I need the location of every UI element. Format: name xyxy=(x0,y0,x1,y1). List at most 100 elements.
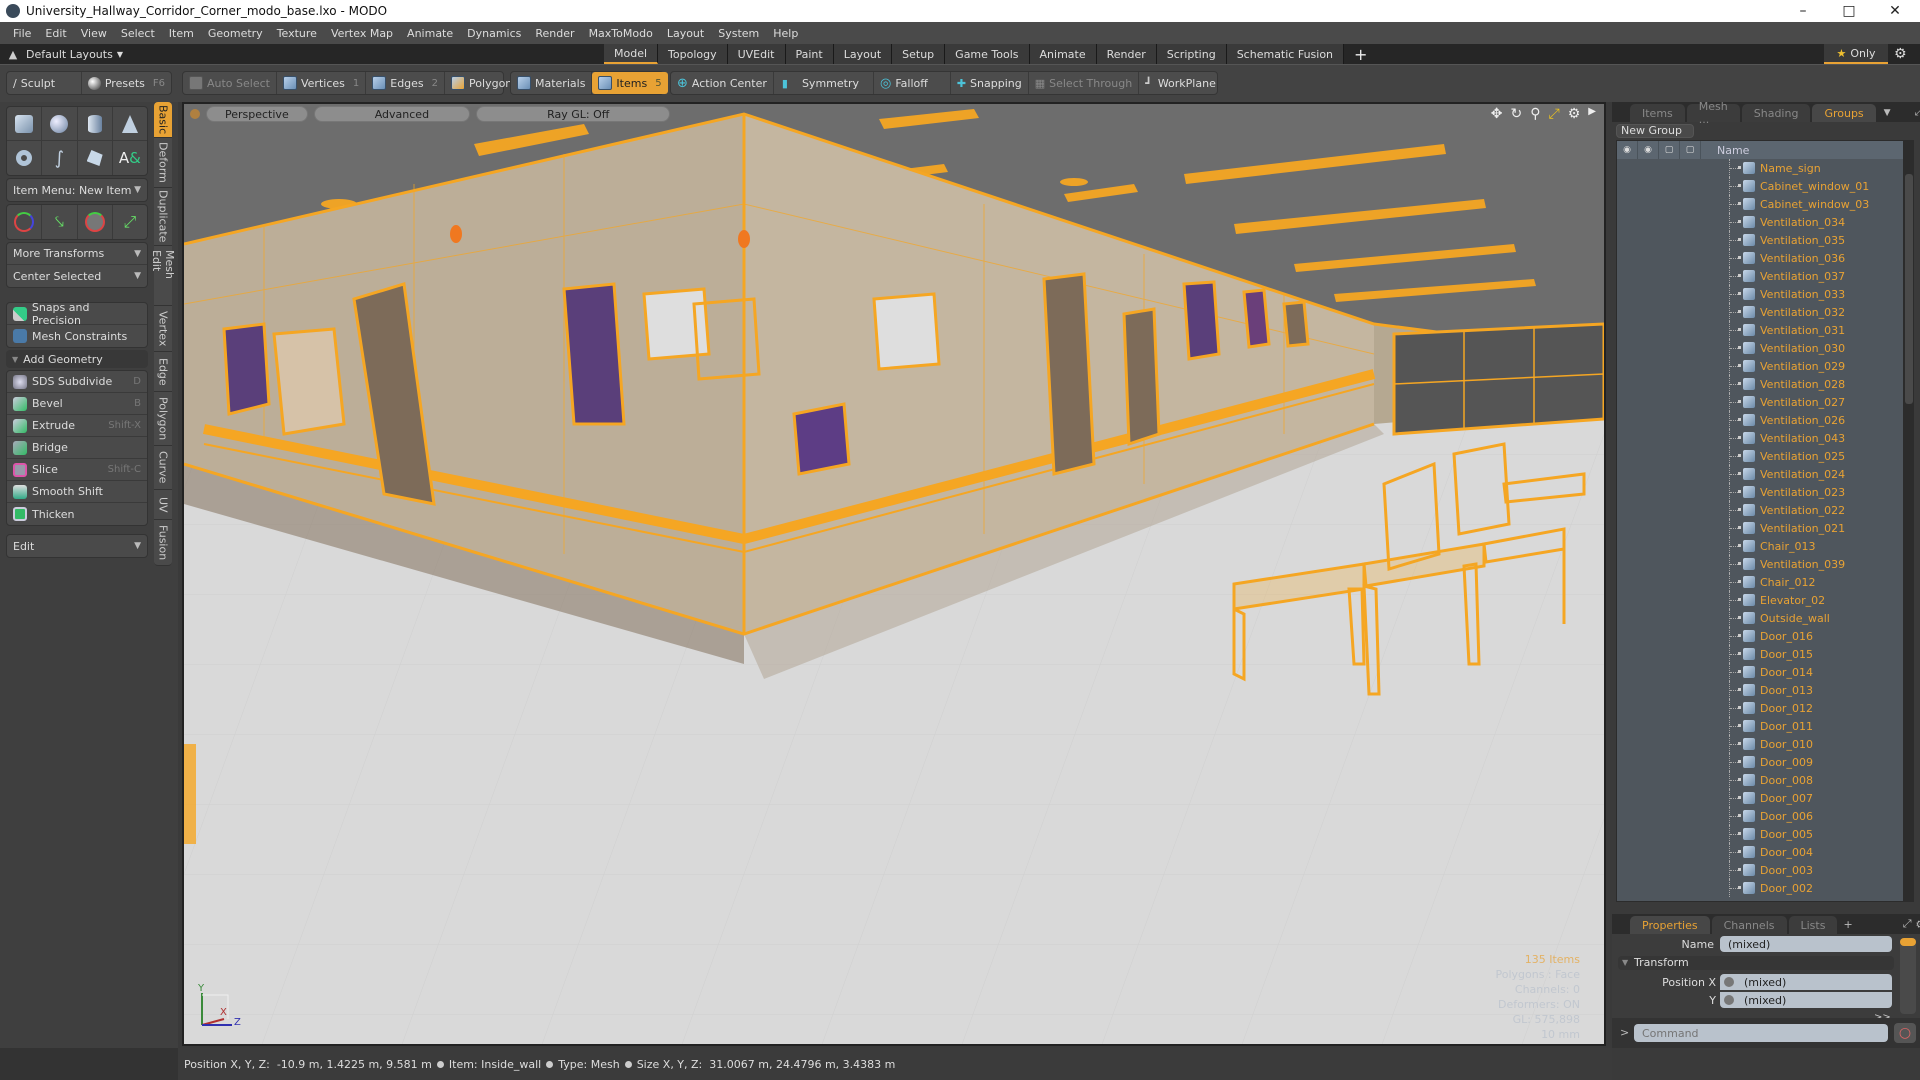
rotate-tool-button[interactable] xyxy=(78,205,113,239)
mesh-constraints-button[interactable]: Mesh Constraints xyxy=(7,325,147,347)
add-geometry-header[interactable]: ▼ Add Geometry xyxy=(6,350,148,368)
edit-dropdown[interactable]: Edit ▼ xyxy=(7,535,147,557)
menu-animate[interactable]: Animate xyxy=(400,27,460,40)
vtab-mesh-edit[interactable]: Mesh Edit xyxy=(150,246,176,306)
group-list-item[interactable]: Ventilation_024 xyxy=(1617,465,1903,483)
tab-model[interactable]: Model xyxy=(604,44,659,64)
menu-geometry[interactable]: Geometry xyxy=(201,27,270,40)
menu-edit[interactable]: Edit xyxy=(38,27,73,40)
group-list-item[interactable]: Door_013 xyxy=(1617,681,1903,699)
menu-select[interactable]: Select xyxy=(114,27,162,40)
props-scroll-thumb[interactable] xyxy=(1900,938,1916,946)
transform-section[interactable]: ▼ Transform xyxy=(1618,956,1894,970)
group-list-item[interactable]: Door_015 xyxy=(1617,645,1903,663)
menu-system[interactable]: System xyxy=(711,27,766,40)
menu-render[interactable]: Render xyxy=(528,27,581,40)
group-list-item[interactable]: Ventilation_035 xyxy=(1617,231,1903,249)
name-column-header[interactable]: Name xyxy=(1717,144,1749,157)
materials-button[interactable]: Materials xyxy=(511,72,593,94)
menu-layout[interactable]: Layout xyxy=(660,27,711,40)
group-list-item[interactable]: Ventilation_027 xyxy=(1617,393,1903,411)
group-list-item[interactable]: Cabinet_window_03 xyxy=(1617,195,1903,213)
view-type-button[interactable]: Perspective xyxy=(206,106,308,122)
group-list-item[interactable]: Chair_012 xyxy=(1617,573,1903,591)
group-list-item[interactable]: Door_008 xyxy=(1617,771,1903,789)
group-list-item[interactable]: Door_016 xyxy=(1617,627,1903,645)
menu-item[interactable]: Item xyxy=(162,27,201,40)
group-list-item[interactable]: Door_002 xyxy=(1617,879,1903,897)
scale-tool-button[interactable]: ⤢ xyxy=(113,205,147,239)
group-list-item[interactable]: Outside_wall xyxy=(1617,609,1903,627)
group-list-item[interactable]: Door_005 xyxy=(1617,825,1903,843)
orbit-icon[interactable]: ↻ xyxy=(1511,106,1523,122)
extrude-button[interactable]: Extrude Shift-X xyxy=(7,415,147,437)
menu-view[interactable]: View xyxy=(74,27,114,40)
cone-primitive-button[interactable] xyxy=(113,107,147,140)
menu-maxtomodo[interactable]: MaxToModo xyxy=(582,27,660,40)
scrollbar-thumb[interactable] xyxy=(1905,174,1913,404)
group-list-item[interactable]: Ventilation_033 xyxy=(1617,285,1903,303)
keyframe-x-icon[interactable] xyxy=(1724,977,1734,987)
symmetry-button[interactable]: ▮ Symmetry xyxy=(774,72,874,94)
group-list-item[interactable]: Ventilation_031 xyxy=(1617,321,1903,339)
visibility-eye-icon[interactable]: ◉ xyxy=(1617,141,1638,159)
torus-primitive-button[interactable] xyxy=(7,141,43,175)
record-macro-icon[interactable]: ○ xyxy=(1894,1023,1916,1043)
group-list-item[interactable]: Ventilation_023 xyxy=(1617,483,1903,501)
new-group-button[interactable]: New Group xyxy=(1616,124,1694,138)
snapping-button[interactable]: ✚ Snapping xyxy=(951,72,1029,94)
group-list-item[interactable]: Door_012 xyxy=(1617,699,1903,717)
expand-props-icon[interactable]: ⤢ xyxy=(1903,917,1912,931)
position-y-field[interactable]: (mixed) xyxy=(1720,992,1892,1008)
tab-lists[interactable]: Lists xyxy=(1788,916,1838,934)
move-tool-button[interactable] xyxy=(7,205,43,239)
group-list-item[interactable]: Cabinet_window_01 xyxy=(1617,177,1903,195)
layout-up-icon[interactable]: ▲ xyxy=(0,48,26,61)
thicken-button[interactable]: Thicken xyxy=(7,503,147,525)
tab-game-tools[interactable]: Game Tools xyxy=(945,44,1030,64)
tab-mesh[interactable]: Mesh ... xyxy=(1686,100,1740,126)
sphere-primitive-button[interactable] xyxy=(42,107,78,140)
action-center-button[interactable]: ⊕ Action Center xyxy=(671,72,774,94)
group-list-item[interactable]: Door_014 xyxy=(1617,663,1903,681)
group-list-item[interactable]: Door_011 xyxy=(1617,717,1903,735)
group-list-item[interactable]: Door_003 xyxy=(1617,861,1903,879)
slice-button[interactable]: Slice Shift-C xyxy=(7,459,147,481)
tab-render[interactable]: Render xyxy=(1096,44,1157,64)
tab-scripting[interactable]: Scripting xyxy=(1156,44,1227,64)
add-tab-button[interactable]: + xyxy=(1344,44,1377,64)
ray-gl-button[interactable]: Ray GL: Off xyxy=(476,106,671,122)
group-list-item[interactable]: Door_006 xyxy=(1617,807,1903,825)
command-input[interactable] xyxy=(1634,1024,1888,1042)
sculpt-button[interactable]: ∕ Sculpt xyxy=(7,72,82,94)
menu-dynamics[interactable]: Dynamics xyxy=(460,27,528,40)
tab-paint[interactable]: Paint xyxy=(785,44,834,64)
group-list-item[interactable]: Ventilation_030 xyxy=(1617,339,1903,357)
group-list-item[interactable]: Name_sign xyxy=(1617,159,1903,177)
tab-items[interactable]: Items xyxy=(1630,104,1685,122)
more-transforms-dropdown[interactable]: More Transforms ▼ xyxy=(7,243,147,265)
group-list-item[interactable]: Door_007 xyxy=(1617,789,1903,807)
tab-shading[interactable]: Shading xyxy=(1741,104,1811,122)
default-layouts-dropdown[interactable]: Default Layouts xyxy=(26,48,113,61)
tab-schematic-fusion[interactable]: Schematic Fusion xyxy=(1226,44,1345,64)
group-list-item[interactable]: Chair_013 xyxy=(1617,537,1903,555)
edges-button[interactable]: Edges 2 xyxy=(366,72,446,94)
advanced-button[interactable]: Advanced xyxy=(313,106,471,122)
group-list-item[interactable]: Ventilation_028 xyxy=(1617,375,1903,393)
vertices-button[interactable]: Vertices 1 xyxy=(277,72,367,94)
pen-primitive-button[interactable] xyxy=(78,141,113,175)
falloff-button[interactable]: ◎ Falloff xyxy=(874,72,951,94)
vtab-vertex[interactable]: Vertex xyxy=(154,306,172,352)
vtab-curve[interactable]: Curve xyxy=(154,446,172,490)
translate-tool-button[interactable]: ⤥ xyxy=(42,205,78,239)
only-toggle[interactable]: ★ Only xyxy=(1824,44,1888,64)
3d-viewport[interactable]: Perspective Advanced Ray GL: Off ✥ ↻ ⚲ ⤢… xyxy=(182,102,1606,1046)
tab-layout[interactable]: Layout xyxy=(833,44,893,64)
workplane-button[interactable]: ┛ WorkPlane xyxy=(1139,72,1222,94)
group-list-item[interactable]: Ventilation_026 xyxy=(1617,411,1903,429)
position-x-field[interactable]: (mixed) xyxy=(1720,974,1892,990)
cube-primitive-button[interactable] xyxy=(7,107,43,140)
tab-properties[interactable]: Properties xyxy=(1630,916,1710,934)
props-gear-icon[interactable]: ⚙ xyxy=(1916,918,1920,931)
